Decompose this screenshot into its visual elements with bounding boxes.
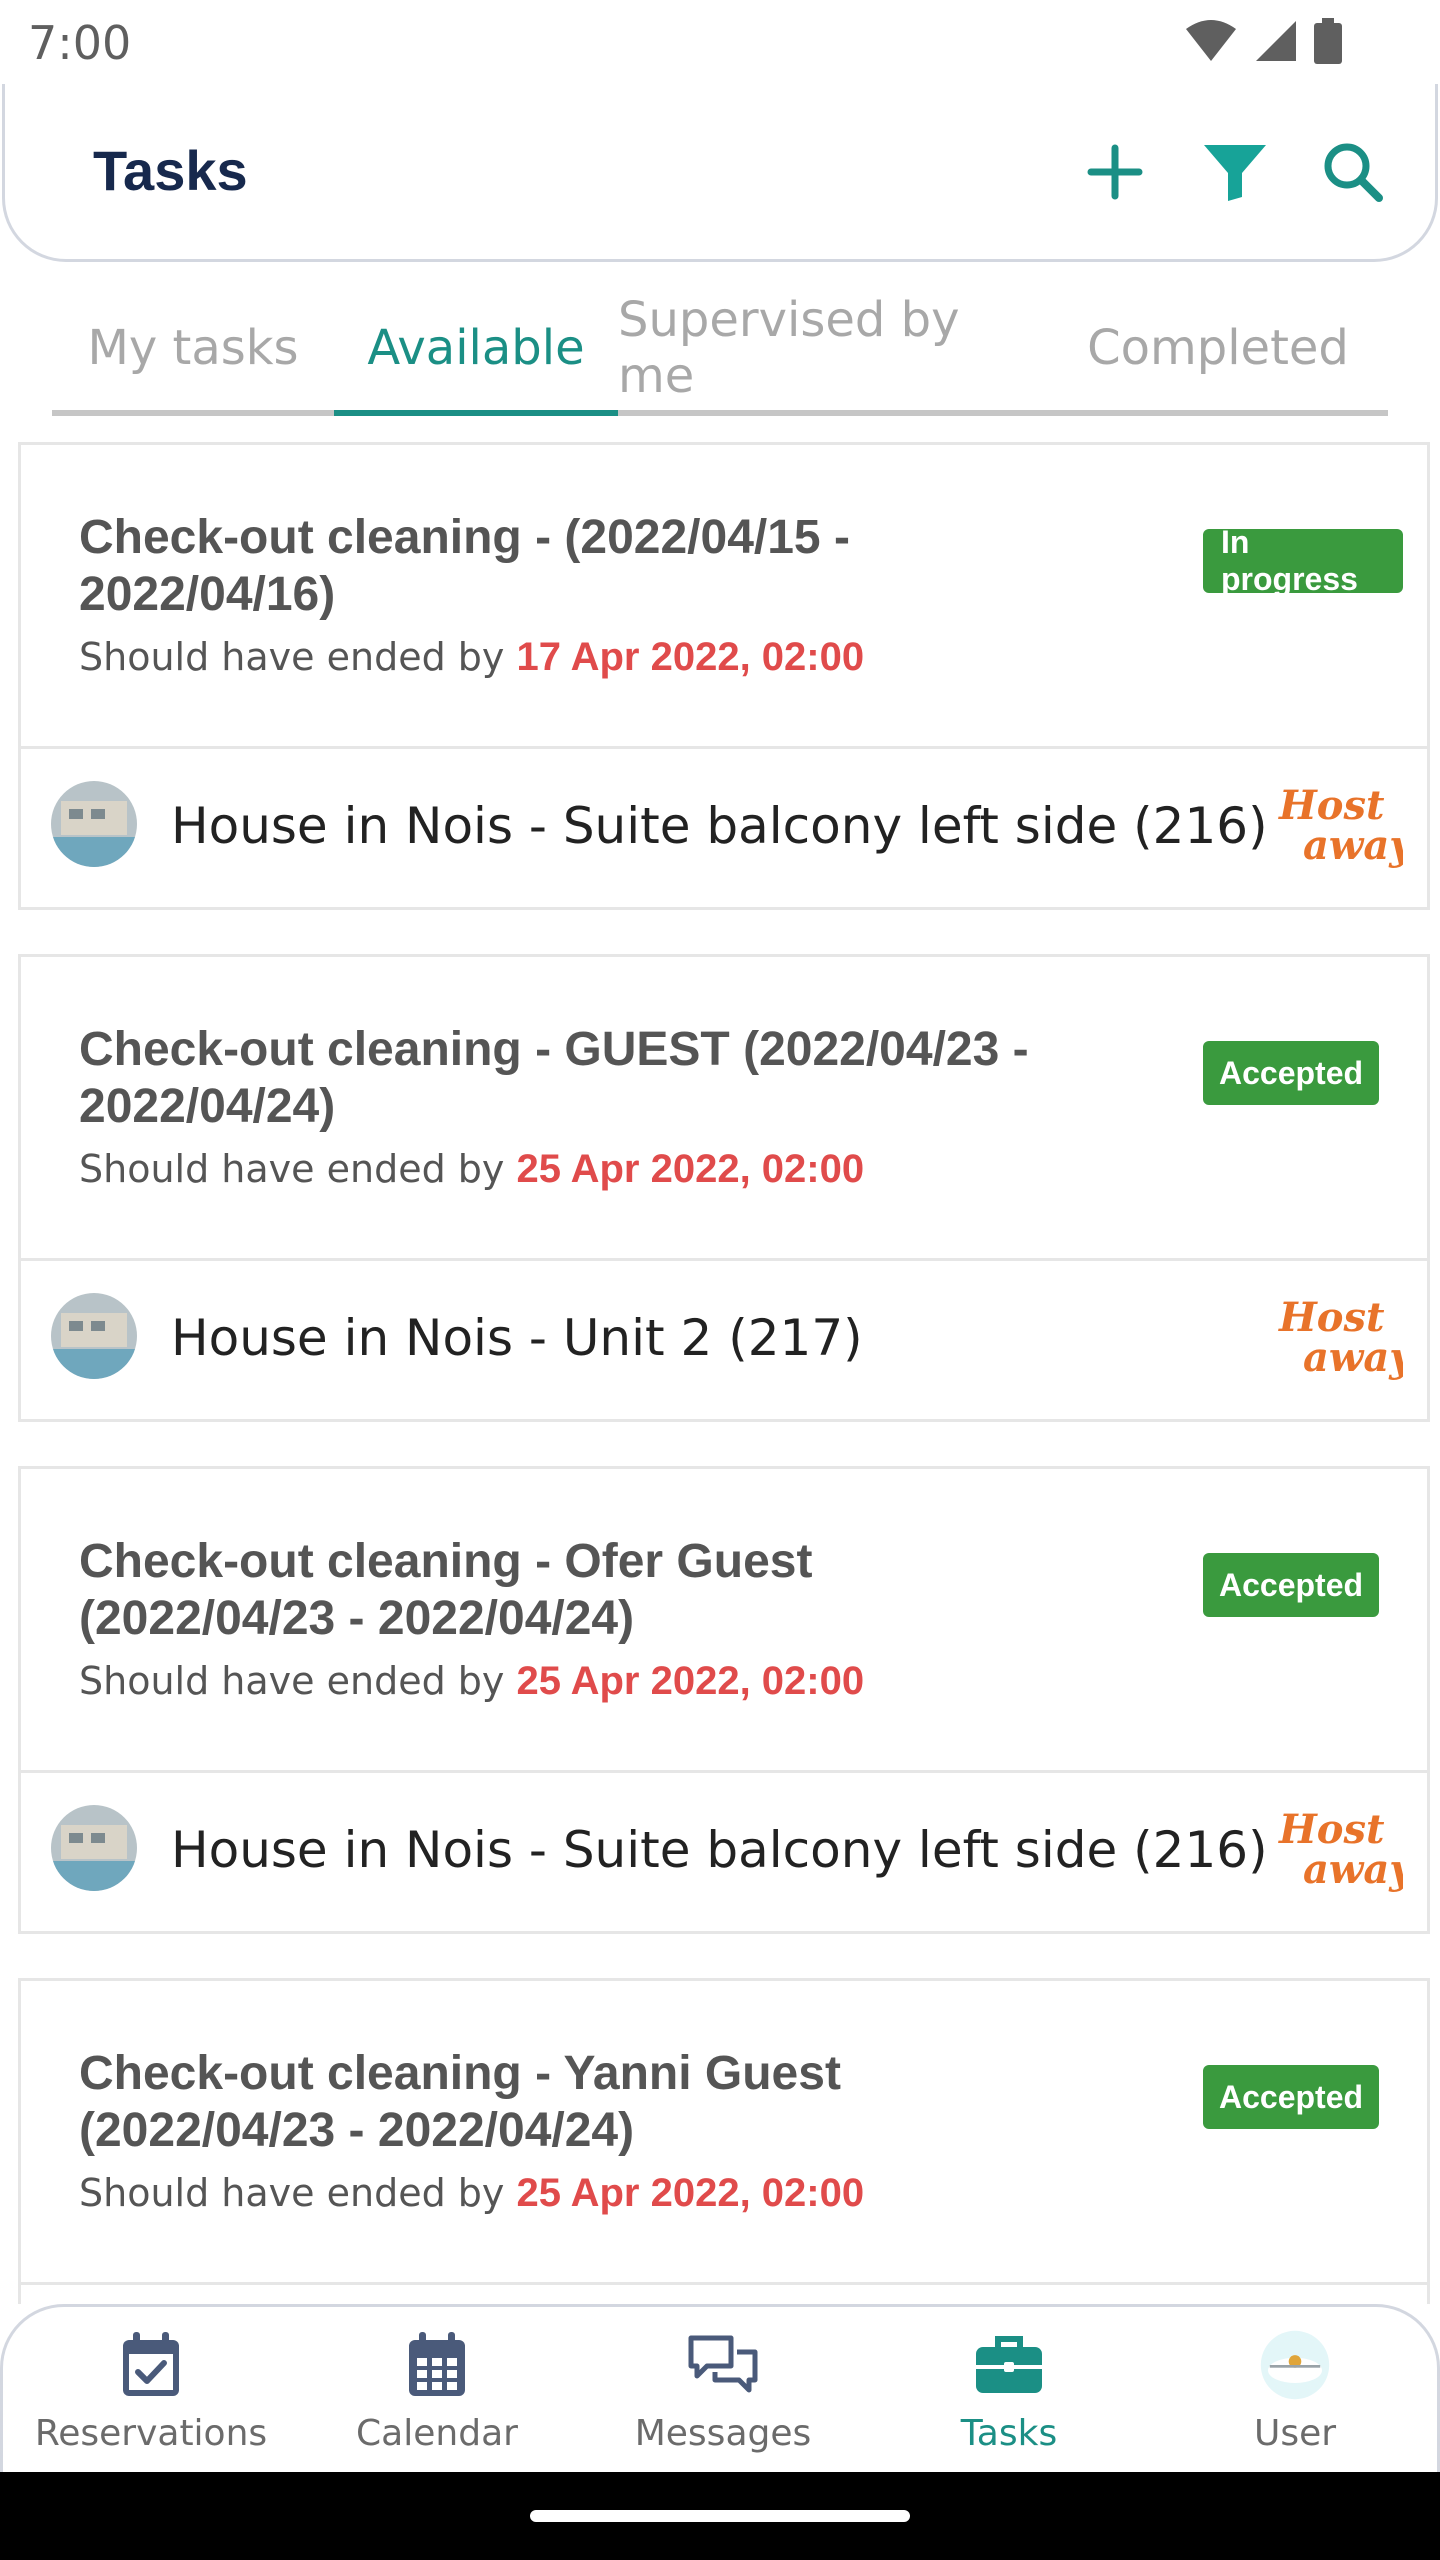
task-property-row[interactable]: House in Nois - Suite balcony left side … [21,1773,1427,1934]
task-title: Check-out cleaning - Ofer Guest (2022/04… [79,1535,813,1645]
task-deadline: Should have ended by 17 Apr 2022, 02:00 [79,635,864,680]
property-thumbnail [51,781,137,867]
deadline-date: 25 Apr 2022, 02:00 [516,1147,865,1191]
deadline-date: 25 Apr 2022, 02:00 [516,2171,865,2215]
page-title: Tasks [93,139,248,202]
tab-active-indicator [334,410,618,416]
nav-reservations[interactable]: Reservations [11,2329,291,2469]
add-task-button[interactable] [1079,136,1151,208]
tab-track [52,410,1388,416]
tab-completed[interactable]: Completed [1048,308,1388,388]
task-deadline: Should have ended by 25 Apr 2022, 02:00 [79,1147,864,1192]
task-title: Check-out cleaning - (2022/04/15 - 2022/… [79,511,850,621]
task-title: Check-out cleaning - Yanni Guest (2022/0… [79,2047,841,2157]
calendar-check-icon [115,2329,187,2401]
task-deadline: Should have ended by 25 Apr 2022, 02:00 [79,2171,864,2216]
filter-button[interactable] [1199,136,1271,208]
search-icon [1324,143,1383,202]
hostaway-logo: Host away [1273,1803,1415,1893]
nav-user[interactable]: User [1155,2329,1435,2469]
task-deadline: Should have ended by 25 Apr 2022, 02:00 [79,1659,864,1704]
task-card[interactable]: Check-out cleaning - Yanni Guest (2022/0… [18,1978,1430,2304]
bottom-navigation: Reservations Calendar Messages Tasks Use… [0,2304,1440,2472]
property-name: House in Nois - Unit 2 (217) [171,1309,863,1367]
tab-available[interactable]: Available [334,308,618,388]
tab-my-tasks[interactable]: My tasks [52,308,334,388]
battery-icon [1314,18,1342,64]
svg-text:away: away [1303,1846,1403,1893]
system-navigation-bar [0,2472,1440,2560]
briefcase-icon [973,2329,1045,2401]
deadline-label: Should have ended by [79,2171,517,2215]
hostaway-logo: Host away [1273,779,1415,869]
task-property-row[interactable]: House in Nois - Unit 2 (217) Host away [21,1261,1427,1422]
task-header[interactable]: Check-out cleaning - Ofer Guest (2022/04… [21,1469,1427,1773]
status-badge: In progress [1203,524,1403,597]
task-card[interactable]: Check-out cleaning - GUEST (2022/04/23 -… [18,954,1430,1422]
task-list[interactable]: Check-out cleaning - (2022/04/15 - 2022/… [18,442,1430,2304]
task-title: Check-out cleaning - GUEST (2022/04/23 -… [79,1023,1029,1133]
nav-label: Reservations [34,2413,268,2454]
task-header[interactable]: Check-out cleaning - (2022/04/15 - 2022/… [21,445,1427,749]
deadline-label: Should have ended by [79,635,517,679]
nav-tasks[interactable]: Tasks [869,2329,1149,2469]
status-badge: Accepted [1203,1553,1379,1617]
status-badge: Accepted [1203,2065,1379,2129]
property-name: House in Nois - Suite balcony left side … [171,797,1268,855]
task-card[interactable]: Check-out cleaning - (2022/04/15 - 2022/… [18,442,1430,910]
deadline-date: 25 Apr 2022, 02:00 [516,1659,865,1703]
plus-icon [1087,144,1143,200]
status-icons [1184,18,1342,64]
app-header: Tasks [2,84,1438,262]
nav-label: Calendar [356,2413,518,2454]
svg-text:away: away [1303,822,1403,869]
filter-icon [1204,145,1266,201]
user-avatar [1259,2329,1331,2401]
deadline-label: Should have ended by [79,1659,517,1703]
task-header[interactable]: Check-out cleaning - Yanni Guest (2022/0… [21,1981,1427,2285]
status-badge: Accepted [1203,1041,1379,1105]
task-header[interactable]: Check-out cleaning - GUEST (2022/04/23 -… [21,957,1427,1261]
wifi-icon [1186,20,1236,61]
search-button[interactable] [1317,136,1389,208]
task-tabs: My tasks Available Supervised by me Comp… [52,276,1388,420]
calendar-icon [401,2329,473,2401]
nav-label: Messages [634,2413,812,2454]
status-bar: 7:00 [0,0,1440,84]
nav-label: Tasks [960,2413,1058,2454]
messages-icon [687,2329,759,2401]
property-thumbnail [51,1805,137,1891]
tab-supervised-by-me[interactable]: Supervised by me [618,292,1048,404]
nav-calendar[interactable]: Calendar [297,2329,577,2469]
svg-text:away: away [1303,1334,1403,1381]
home-gesture-handle[interactable] [530,2510,910,2522]
nav-messages[interactable]: Messages [583,2329,863,2469]
task-card[interactable]: Check-out cleaning - Ofer Guest (2022/04… [18,1466,1430,1934]
property-name: House in Nois - Suite balcony left side … [171,1821,1268,1879]
deadline-date: 17 Apr 2022, 02:00 [516,635,865,679]
status-time: 7:00 [28,16,132,70]
deadline-label: Should have ended by [79,1147,517,1191]
hostaway-logo: Host away [1273,1291,1415,1381]
task-property-row[interactable]: House in Nois - Suite balcony left side … [21,749,1427,910]
nav-label: User [1253,2413,1337,2454]
property-thumbnail [51,1293,137,1379]
signal-icon [1256,21,1296,61]
